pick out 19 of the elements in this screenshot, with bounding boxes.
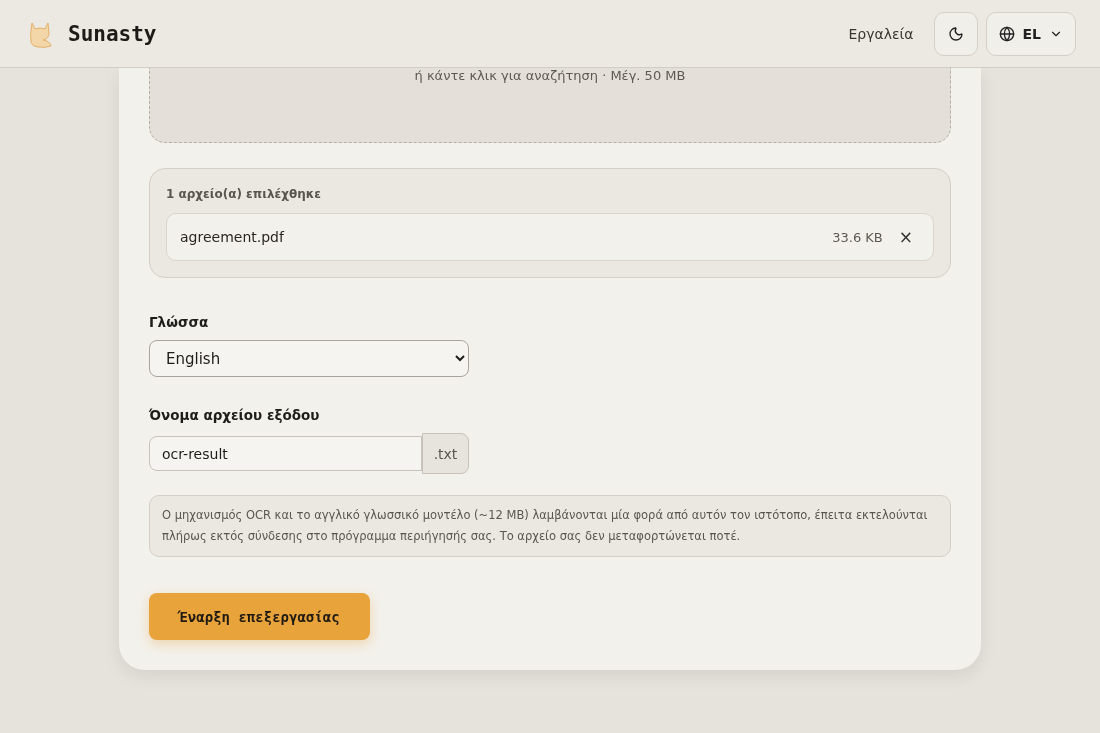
- output-name-field[interactable]: ocr-result: [149, 436, 422, 471]
- globe-icon: [998, 25, 1015, 42]
- moon-icon: [947, 25, 964, 42]
- output-name-label: Όνομα αρχείου εξόδου: [149, 407, 321, 423]
- dropzone-hint: ή κάντε κλικ για αναζήτηση · Μέγ. 50 MB: [414, 68, 686, 83]
- file-size: 33.6 KB: [832, 229, 883, 245]
- tools-link[interactable]: Εργαλεία: [848, 25, 914, 42]
- language-label: Γλώσσα: [149, 314, 210, 330]
- brand-name[interactable]: Sunasty: [68, 21, 157, 46]
- start-button[interactable]: Έναρξη επεξεργασίας: [149, 593, 370, 640]
- theme-toggle-button[interactable]: [933, 11, 978, 56]
- language-select[interactable]: English: [149, 340, 469, 377]
- dropzone[interactable]: ή κάντε κλικ για αναζήτηση · Μέγ. 50 MB: [149, 68, 951, 143]
- extension-suffix: .txt: [422, 433, 469, 474]
- files-summary: 1 αρχείο(α) επιλέχθηκε: [166, 187, 322, 201]
- file-name: agreement.pdf: [180, 229, 286, 245]
- language-button[interactable]: EL: [985, 11, 1076, 56]
- remove-file-button[interactable]: ×: [898, 227, 913, 247]
- privacy-notice: Ο μηχανισμός OCR και το αγγλικό γλωσσικό μοντέλο (~12 MB) λαμβάνονται μία φορά από αυτόν τον ιστότοπο, έπειτα εκτελούνται πλήρως εκτός σύνδεσης στο πρόγραμμα περιήγησής σας. Το αρχείο σας δεν μεταφορτώνεται ποτέ.: [149, 495, 951, 557]
